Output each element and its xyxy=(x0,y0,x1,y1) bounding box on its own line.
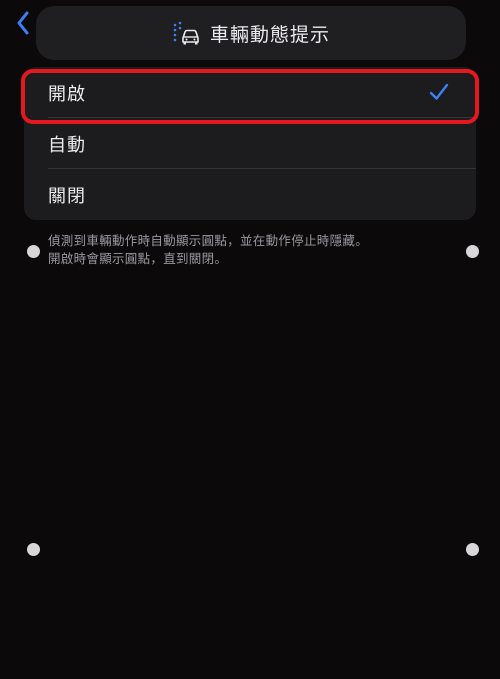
option-row-off[interactable]: 關閉 xyxy=(24,169,476,220)
option-row-on[interactable]: 開啟 xyxy=(24,67,476,118)
motion-cue-dot xyxy=(27,245,40,258)
description-line: 偵測到車輛動作時自動顯示圓點，並在動作停止時隱藏。 xyxy=(48,233,369,248)
checkmark-icon xyxy=(429,83,449,100)
navigation-title-bar: 車輛動態提示 xyxy=(36,6,466,60)
vehicle-motion-cues-icon xyxy=(172,21,200,45)
back-button[interactable] xyxy=(12,10,34,36)
option-label: 關閉 xyxy=(48,185,86,207)
page-title: 車輛動態提示 xyxy=(209,23,330,46)
description-line: 開啟時會顯示圓點，直到關閉。 xyxy=(48,251,228,266)
motion-cue-dot xyxy=(27,543,40,556)
option-description: 偵測到車輛動作時自動顯示圓點，並在動作停止時隱藏。 開啟時會顯示圓點，直到關閉。 xyxy=(48,232,448,268)
chevron-left-icon xyxy=(17,11,29,35)
option-list: 開啟 自動 關閉 xyxy=(21,67,479,220)
motion-cue-dot xyxy=(466,245,479,258)
option-label: 自動 xyxy=(48,134,86,156)
settings-screen: 車輛動態提示 開啟 自動 關閉 偵測到車輛動作時自動顯示圓點，並在動作停止時隱藏… xyxy=(0,0,500,679)
option-row-auto[interactable]: 自動 xyxy=(24,118,476,169)
option-label: 開啟 xyxy=(48,83,86,105)
motion-cue-dot xyxy=(466,543,479,556)
